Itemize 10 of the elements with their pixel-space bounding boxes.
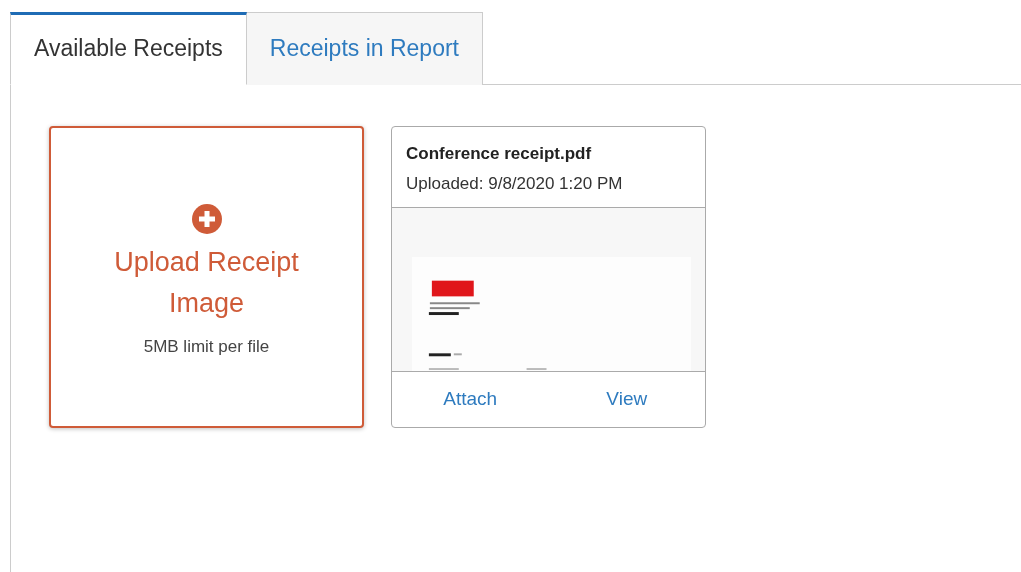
upload-date: Uploaded: 9/8/2020 1:20 PM — [406, 173, 624, 195]
file-name: Conference receipt.pdf — [406, 142, 593, 165]
tab[interactable]: Available Receipts — [10, 12, 247, 85]
tab[interactable]: Receipts in Report — [246, 12, 483, 85]
plus-circle-icon — [191, 203, 222, 234]
action-link[interactable]: Attach — [392, 371, 549, 427]
limit-note: 5MB limit per file — [143, 335, 270, 358]
upload-title: Upload Receipt Image — [113, 245, 300, 320]
upload-card[interactable]: Upload Receipt Image 5MB limit per file — [49, 125, 364, 428]
action-link[interactable]: View — [548, 371, 705, 427]
